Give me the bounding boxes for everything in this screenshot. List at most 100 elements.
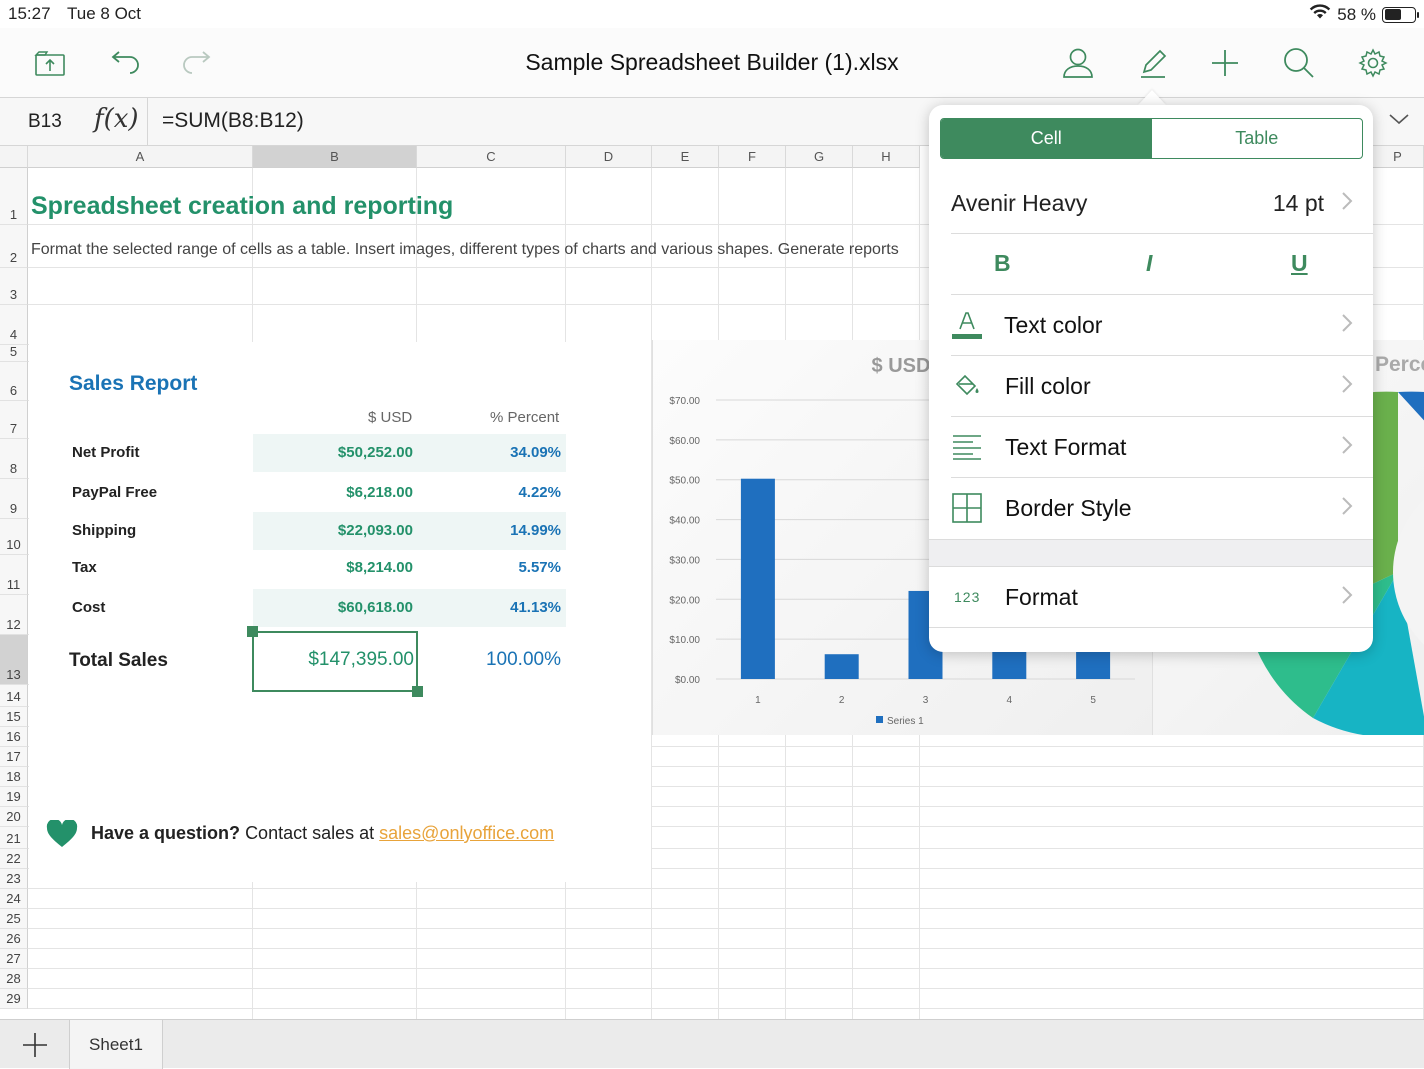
report-row-percent[interactable]: 41.13% [510, 599, 561, 616]
font-size: 14 pt [1272, 190, 1324, 216]
report-row-percent[interactable]: 14.99% [510, 522, 561, 539]
report-row-percent[interactable]: 34.09% [510, 444, 561, 461]
column-header[interactable]: F [719, 146, 786, 168]
function-button[interactable]: f(x) [94, 104, 139, 134]
font-row[interactable]: Avenir Heavy 14 pt [929, 173, 1373, 234]
row-gridline [28, 908, 1424, 909]
contact-email-link[interactable]: sales@onlyoffice.com [379, 823, 554, 843]
italic-button[interactable]: I [1146, 250, 1152, 277]
row-header[interactable]: 25 [0, 909, 28, 929]
row-header[interactable]: 6 [0, 362, 28, 401]
status-time: 15:27 [8, 4, 51, 23]
column-header[interactable]: B [253, 146, 417, 168]
report-row-usd[interactable]: $60,618.00 [338, 599, 413, 616]
report-row-label: PayPal Free [72, 484, 158, 501]
row-header[interactable]: 5 [0, 345, 28, 362]
report-row-usd[interactable]: $22,093.00 [338, 522, 413, 539]
text-color-label: Text color [1004, 312, 1103, 338]
add-sheet-button[interactable] [0, 1020, 70, 1069]
row-header[interactable]: 23 [0, 869, 28, 889]
search-icon[interactable] [1279, 44, 1319, 82]
cell-reference[interactable]: B13 [28, 111, 62, 133]
report-row-usd[interactable]: $50,252.00 [338, 444, 413, 461]
status-bar: 15:27 Tue 8 Oct 58 % [0, 0, 1424, 28]
y-tick-label: $0.00 [675, 675, 700, 686]
row-header[interactable]: 12 [0, 595, 28, 635]
report-row-percent[interactable]: 4.22% [518, 484, 561, 501]
report-row-label: Tax [72, 559, 97, 576]
text-color-row[interactable]: Text color [929, 295, 1373, 356]
row-gridline [28, 888, 1424, 889]
row-header[interactable]: 21 [0, 827, 28, 849]
row-header[interactable]: 28 [0, 969, 28, 989]
sheet-tab[interactable]: Sheet1 [70, 1020, 163, 1069]
bar-1 [740, 478, 775, 679]
row-header[interactable]: 1 [0, 168, 28, 225]
row-header[interactable]: 22 [0, 849, 28, 869]
report-row-usd[interactable]: $8,214.00 [346, 559, 413, 576]
row-header[interactable]: 16 [0, 727, 28, 747]
row-header[interactable]: 20 [0, 807, 28, 827]
formula-input[interactable]: =SUM(B8:B12) [162, 109, 304, 133]
row-header[interactable]: 27 [0, 949, 28, 969]
row-header[interactable]: 2 [0, 225, 28, 268]
sheet-tab-bar: Sheet1 [0, 1019, 1424, 1069]
settings-gear-icon[interactable] [1353, 44, 1393, 82]
column-header[interactable]: G [786, 146, 853, 168]
column-header[interactable]: A [28, 146, 253, 168]
fill-color-row[interactable]: Fill color [929, 356, 1373, 417]
row-header[interactable]: 8 [0, 439, 28, 479]
report-row-usd[interactable]: $6,218.00 [346, 484, 413, 501]
total-sales-percent: 100.00% [485, 649, 561, 670]
text-format-row[interactable]: Text Format [929, 417, 1373, 478]
row-header[interactable]: 14 [0, 685, 28, 707]
row-header[interactable]: 24 [0, 889, 28, 909]
contact-text: Contact sales at [245, 823, 375, 843]
column-header[interactable]: D [566, 146, 652, 168]
row-header[interactable]: 13 [0, 635, 28, 685]
style-row: B I U [929, 234, 1373, 295]
x-tick-label: 4 [1007, 695, 1013, 706]
text-format-label: Text Format [1005, 434, 1127, 460]
chevron-right-icon [1341, 496, 1353, 521]
selection-handle-top-left[interactable] [247, 626, 258, 637]
contact-question: Have a question? [91, 823, 241, 843]
column-header[interactable]: H [853, 146, 920, 168]
tab-cell[interactable]: Cell [941, 119, 1152, 158]
text-align-icon [951, 431, 983, 463]
report-row-label: Cost [72, 599, 106, 616]
chevron-down-icon[interactable] [1388, 112, 1410, 131]
row-header[interactable]: 18 [0, 767, 28, 787]
row-header[interactable]: 9 [0, 479, 28, 519]
bold-button[interactable]: B [994, 250, 1011, 277]
border-style-row[interactable]: Border Style [929, 478, 1373, 539]
tab-table[interactable]: Table [1152, 119, 1363, 158]
row-header[interactable]: 19 [0, 787, 28, 807]
popover-segmented-control[interactable]: Cell Table [940, 118, 1363, 159]
row-header[interactable]: 4 [0, 305, 28, 345]
column-header[interactable]: P [1372, 146, 1424, 168]
select-all-corner[interactable] [0, 146, 28, 168]
y-tick-label: $20.00 [669, 595, 700, 606]
selection-handle-bottom-right[interactable] [412, 686, 423, 697]
row-header[interactable]: 7 [0, 401, 28, 439]
add-icon[interactable] [1205, 44, 1245, 82]
column-header[interactable]: E [652, 146, 719, 168]
toolbar: Sample Spreadsheet Builder (1).xlsx [0, 28, 1424, 98]
edit-pencil-icon[interactable] [1133, 44, 1173, 82]
underline-button[interactable]: U [1291, 250, 1308, 277]
row-header[interactable]: 11 [0, 555, 28, 595]
column-header[interactable]: C [417, 146, 566, 168]
row-header[interactable]: 17 [0, 747, 28, 767]
row-header[interactable]: 29 [0, 989, 28, 1009]
format-label: Format [1005, 584, 1078, 610]
text-color-icon [951, 309, 983, 341]
user-icon[interactable] [1058, 44, 1098, 82]
cell-selection[interactable] [252, 631, 418, 692]
row-header[interactable]: 15 [0, 707, 28, 727]
row-header[interactable]: 10 [0, 519, 28, 555]
report-row-percent[interactable]: 5.57% [518, 559, 561, 576]
row-header[interactable]: 26 [0, 929, 28, 949]
row-header[interactable]: 3 [0, 268, 28, 305]
format-row[interactable]: 123 Format [929, 567, 1373, 628]
